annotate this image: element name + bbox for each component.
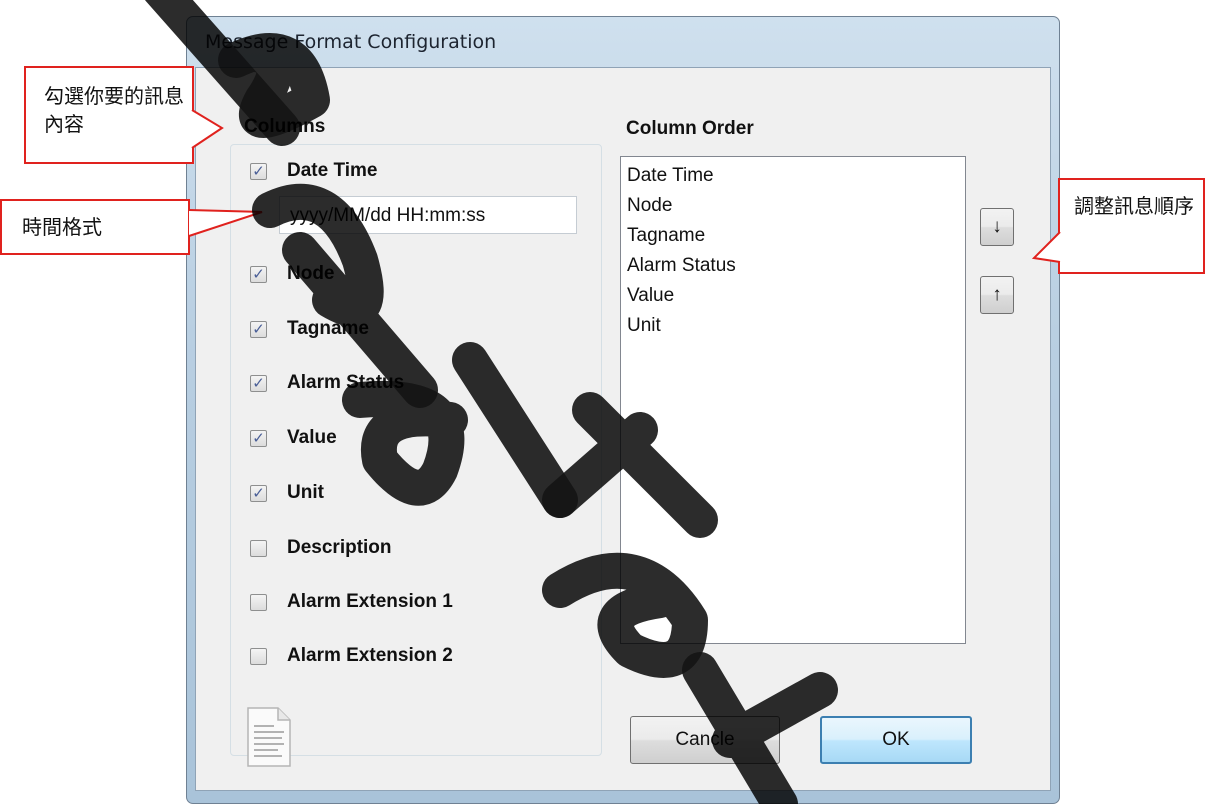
callout-pointer bbox=[1031, 231, 1061, 263]
callout-pointer bbox=[188, 209, 263, 237]
watermark bbox=[145, 0, 838, 804]
callout-pointer bbox=[191, 109, 224, 149]
annotation-overlay bbox=[145, 0, 1061, 804]
